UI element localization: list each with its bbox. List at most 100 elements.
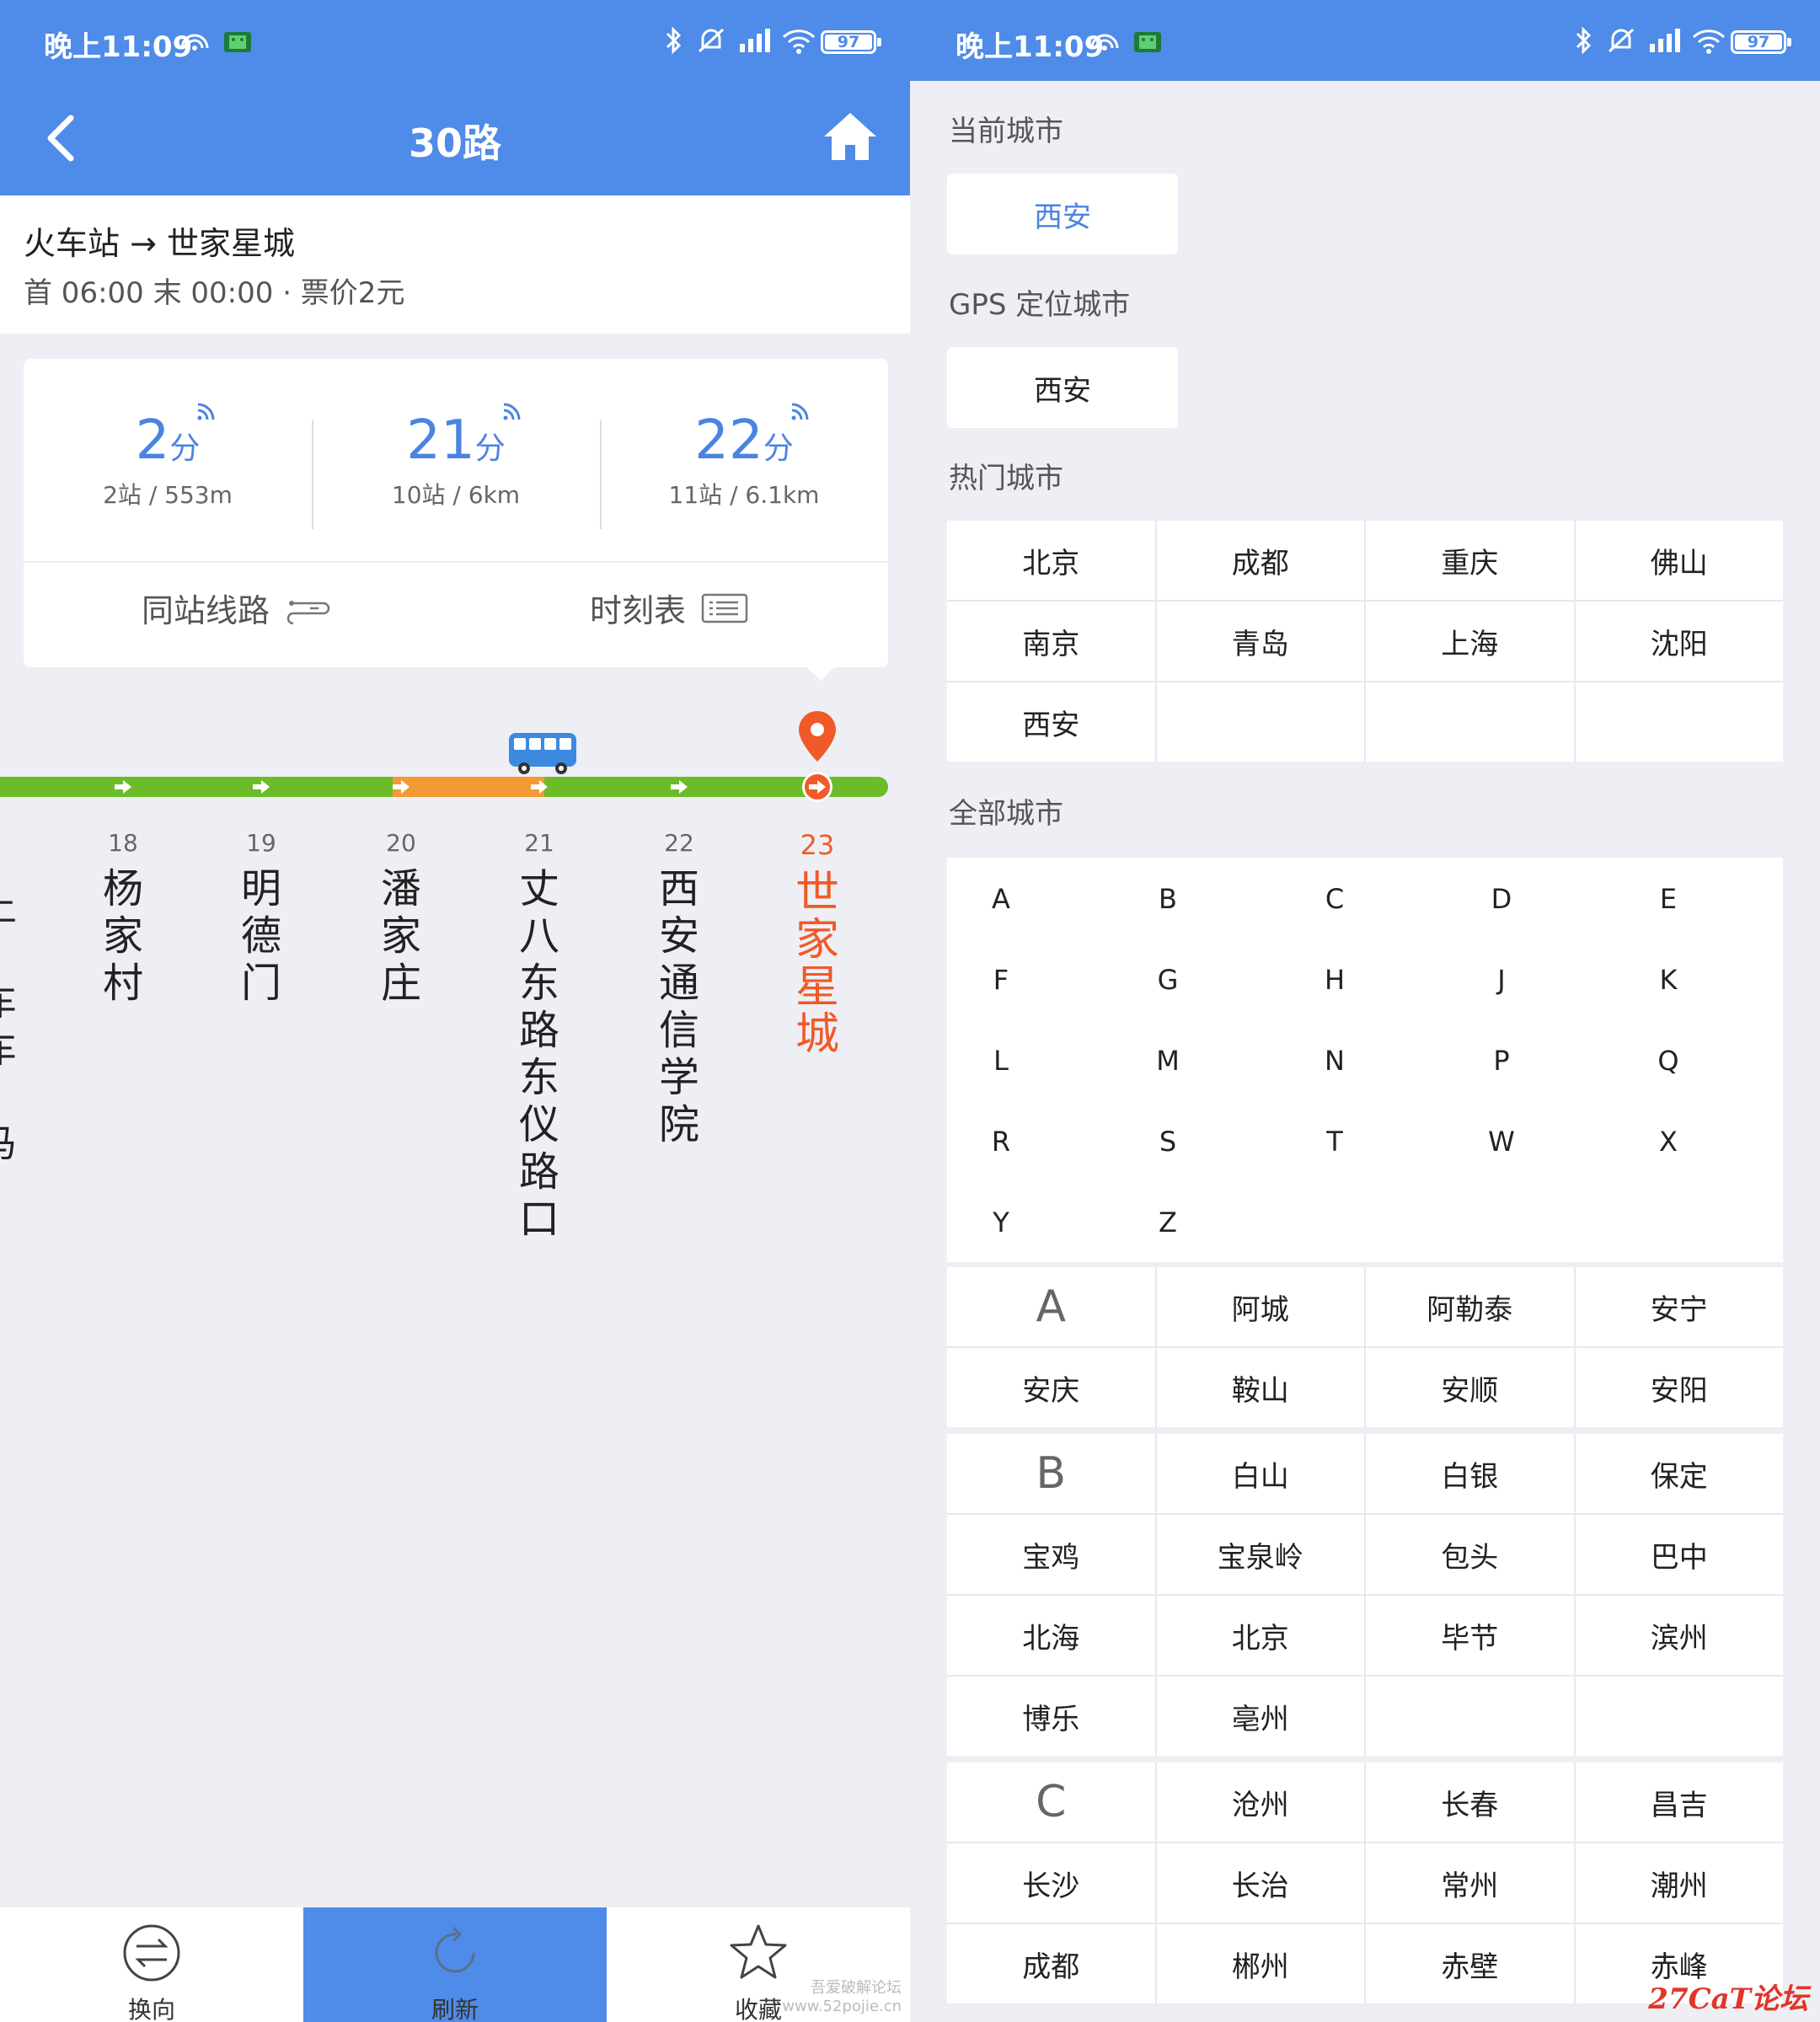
city-cell[interactable]: 郴州 [1156,1924,1364,2003]
station-name: 杨家村 [102,865,143,1007]
nav-bar: 30路 [0,81,910,195]
city-cell[interactable]: 宝鸡 [947,1515,1155,1594]
city-cell[interactable]: 白山 [1156,1434,1364,1513]
alpha-letter[interactable]: K [1635,964,1702,996]
city-cell[interactable]: 安庆 [947,1348,1155,1427]
city-cell[interactable]: 阿城 [1156,1267,1364,1346]
city-cell[interactable]: 西安 [947,682,1155,762]
city-cell[interactable]: 长春 [1366,1763,1574,1842]
city-cell[interactable]: 北京 [947,521,1155,600]
city-cell[interactable]: 常州 [1366,1843,1574,1923]
city-cell[interactable]: 巴中 [1575,1515,1783,1594]
alpha-letter[interactable]: D [1468,883,1535,915]
same-station-lines-button[interactable]: 同站线路 [142,585,332,631]
city-group-c: C 沧州 长春 昌吉 长沙 长治 常州 潮州 成都 郴州 赤壁 赤峰 [947,1763,1783,2003]
city-cell[interactable]: 鞍山 [1156,1348,1364,1427]
city-cell[interactable]: 长沙 [947,1843,1155,1923]
city-cell[interactable]: 包头 [1366,1515,1574,1594]
station[interactable]: 21 丈八东路东仪路口 [506,829,573,1243]
city-cell[interactable]: 青岛 [1156,602,1364,681]
home-icon[interactable] [821,110,880,165]
city-cell[interactable]: 滨州 [1575,1596,1783,1675]
alpha-letter[interactable]: S [1134,1126,1202,1158]
city-cell[interactable]: 亳州 [1156,1677,1364,1756]
status-bar: 晚上11:09 97 [0,0,910,81]
city-picker-screen: 晚上11:09 97 当前城市 西安 GPS 定位城市 西安 热门城市 北京 成… [910,0,1820,2022]
refresh-button[interactable]: 刷新 [303,1907,607,2022]
group-letter: B [947,1434,1155,1513]
alpha-letter[interactable]: P [1468,1045,1535,1077]
alpha-letter[interactable]: F [967,964,1035,996]
city-cell[interactable]: 安顺 [1366,1348,1574,1427]
current-city-button[interactable]: 西安 [947,174,1178,254]
empty-cell [1366,682,1574,762]
signal-icon [791,403,809,420]
hotspot-icon [1089,25,1121,56]
city-cell[interactable]: 保定 [1575,1434,1783,1513]
city-cell[interactable]: 博乐 [947,1677,1155,1756]
station-destination[interactable]: 23 世家星城 [784,829,851,1058]
station[interactable]: 20 潘家庄 [367,829,435,1007]
alpha-letter[interactable]: M [1134,1045,1202,1077]
eta-value: 22 [694,409,763,472]
city-cell[interactable]: 长治 [1156,1843,1364,1923]
city-cell[interactable]: 北京 [1156,1596,1364,1675]
city-cell[interactable]: 成都 [1156,521,1364,600]
reverse-direction-button[interactable]: 换向 [0,1907,303,2022]
station[interactable]: 18 杨家村 [89,829,157,1007]
timetable-icon [701,593,748,623]
city-cell[interactable]: 宝泉岭 [1156,1515,1364,1594]
city-cell[interactable]: 潮州 [1575,1843,1783,1923]
city-cell[interactable]: 白银 [1366,1434,1574,1513]
city-cell[interactable]: 北海 [947,1596,1155,1675]
location-pin-icon [799,711,836,762]
city-cell[interactable]: 成都 [947,1924,1155,2003]
alpha-letter[interactable]: H [1301,964,1368,996]
timetable-label: 时刻表 [590,592,687,629]
city-cell[interactable]: 佛山 [1575,521,1783,600]
city-cell[interactable]: 安宁 [1575,1267,1783,1346]
station-number: 20 [386,829,416,857]
signal-icon [197,403,215,420]
alpha-letter[interactable]: W [1468,1126,1535,1158]
city-cell[interactable]: 毕节 [1366,1596,1574,1675]
alpha-letter[interactable]: C [1301,883,1368,915]
city-cell[interactable]: 南京 [947,602,1155,681]
city-cell[interactable]: 昌吉 [1575,1763,1783,1842]
direction-arrow-icon [531,780,548,794]
city-cell[interactable]: 沈阳 [1575,602,1783,681]
city-cell[interactable]: 赤壁 [1366,1924,1574,2003]
alpha-letter[interactable]: Z [1134,1206,1202,1238]
alpha-letter[interactable]: Y [967,1206,1035,1238]
bluetooth-icon [664,25,684,56]
eta-detail: 10站 / 6km [391,481,521,509]
alpha-letter[interactable]: N [1301,1045,1368,1077]
eta-value: 21 [406,409,475,472]
station[interactable]: 19 明德门 [228,829,295,1007]
alpha-letter[interactable]: J [1468,964,1535,996]
alpha-letter[interactable]: X [1635,1126,1702,1158]
alpha-letter[interactable]: T [1301,1126,1368,1158]
alpha-letter[interactable]: E [1635,883,1702,915]
city-cell[interactable]: 重庆 [1366,521,1574,600]
alpha-letter[interactable]: A [967,883,1035,915]
alpha-letter[interactable]: L [967,1045,1035,1077]
station[interactable]: 22 西安通信学院 [645,829,713,1148]
station-number: 21 [524,829,554,857]
alpha-letter[interactable]: G [1134,964,1202,996]
android-notification-icon [1132,25,1163,56]
alpha-letter[interactable]: R [967,1126,1035,1158]
city-cell[interactable]: 阿勒泰 [1366,1267,1574,1346]
city-cell[interactable]: 安阳 [1575,1348,1783,1427]
hotspot-icon [179,25,211,56]
timetable-button[interactable]: 时刻表 [590,585,748,631]
alpha-letter[interactable]: B [1134,883,1202,915]
city-cell[interactable]: 上海 [1366,602,1574,681]
route-direction: 火车站 → 世家星城 [24,225,295,262]
reverse-label: 换向 [127,1996,175,2022]
gps-city-button[interactable]: 西安 [947,347,1178,428]
bus-icon[interactable] [507,730,578,777]
alpha-letter[interactable]: Q [1635,1045,1702,1077]
mute-bell-icon [696,25,726,56]
city-cell[interactable]: 沧州 [1156,1763,1364,1842]
